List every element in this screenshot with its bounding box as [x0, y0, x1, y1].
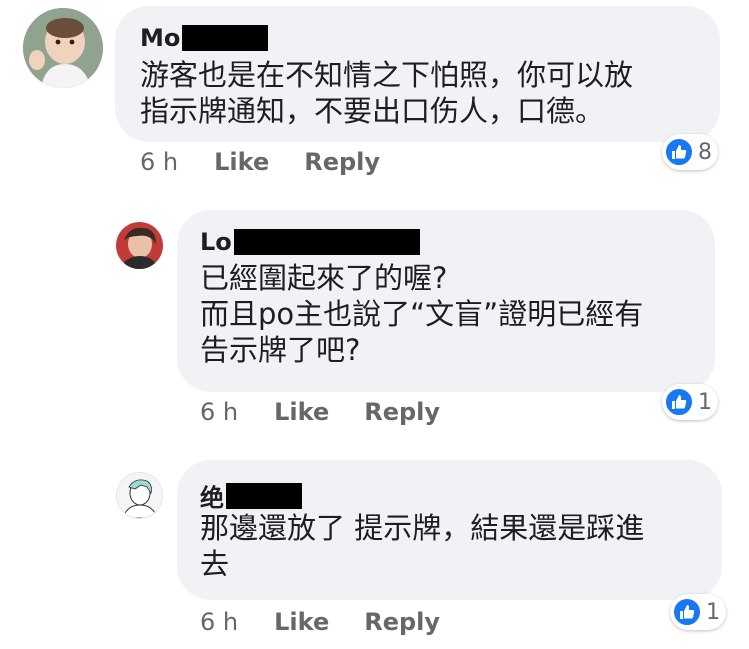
- comment-text: 已經圍起來了的喔? 而且po主也說了“文盲”證明已經有 告示牌了吧?: [200, 261, 644, 367]
- like-button[interactable]: Like: [274, 608, 329, 636]
- author-name[interactable]: 绝: [200, 478, 224, 513]
- like-button[interactable]: Like: [214, 148, 269, 176]
- comment-text: 那邊還放了 提示牌，結果還是踩進 去: [200, 511, 645, 581]
- comment-actions: 6 h Like Reply: [140, 148, 380, 176]
- reaction-count: 1: [698, 389, 712, 415]
- comment-author[interactable]: 绝: [200, 478, 302, 513]
- reply-button[interactable]: Reply: [304, 148, 380, 176]
- comment-author[interactable]: Mo: [140, 24, 269, 52]
- comment-author[interactable]: Lo: [200, 228, 420, 256]
- author-name[interactable]: Lo: [200, 228, 232, 256]
- reply-button[interactable]: Reply: [364, 398, 440, 426]
- reaction-summary[interactable]: 1: [670, 594, 726, 630]
- avatar[interactable]: [116, 222, 163, 269]
- avatar[interactable]: [116, 472, 163, 519]
- redaction-bar: [182, 25, 269, 51]
- reaction-count: 1: [706, 599, 720, 625]
- thumbs-up-icon: [672, 597, 702, 627]
- reaction-summary[interactable]: 1: [662, 384, 718, 420]
- redaction-bar: [233, 229, 420, 255]
- comment-text: 游客也是在不知情之下怕照，你可以放 指示牌通知，不要出口伤人，口德。: [140, 58, 634, 128]
- comment-timestamp[interactable]: 6 h: [140, 148, 178, 176]
- comment-actions: 6 h Like Reply: [200, 608, 440, 636]
- comment-actions: 6 h Like Reply: [200, 398, 440, 426]
- like-button[interactable]: Like: [274, 398, 329, 426]
- avatar[interactable]: [23, 8, 103, 88]
- comment-timestamp[interactable]: 6 h: [200, 398, 238, 426]
- reaction-count: 8: [698, 139, 712, 165]
- comment-timestamp[interactable]: 6 h: [200, 608, 238, 636]
- author-name[interactable]: Mo: [140, 24, 180, 52]
- redaction-bar: [226, 482, 302, 509]
- thumbs-up-icon: [664, 387, 694, 417]
- thumbs-up-icon: [664, 137, 694, 167]
- reaction-summary[interactable]: 8: [662, 134, 718, 170]
- reply-button[interactable]: Reply: [364, 608, 440, 636]
